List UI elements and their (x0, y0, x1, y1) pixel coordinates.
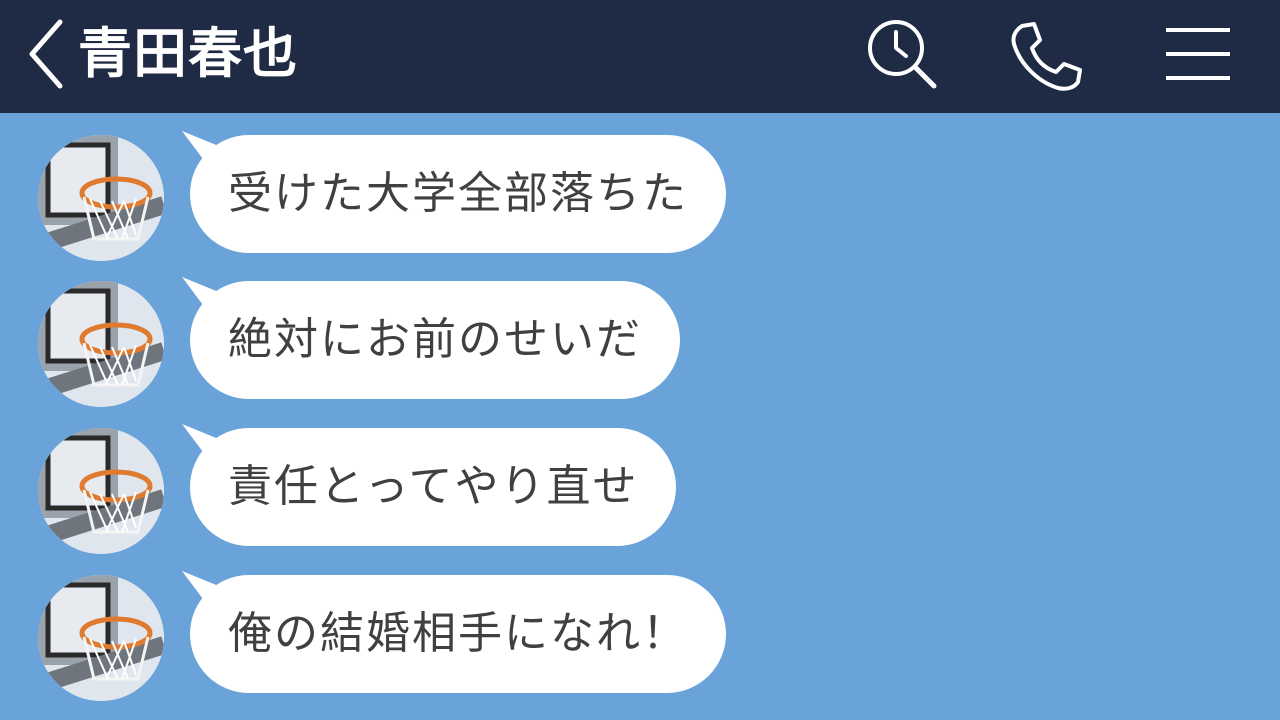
message-bubble[interactable]: 責任とってやり直せ (190, 428, 677, 546)
chevron-left-icon (29, 19, 63, 89)
message-bubble[interactable]: 受けた大学全部落ちた (190, 135, 726, 253)
message-text: 絶対にお前のせいだ (228, 314, 642, 365)
basketball-hoop-avatar (38, 428, 164, 554)
search-button[interactable] (864, 18, 940, 94)
message-bubble[interactable]: 絶対にお前のせいだ (190, 281, 680, 399)
basketball-hoop-avatar (38, 135, 164, 261)
chat-title: 青田春也 (78, 22, 298, 85)
hamburger-menu-icon (1166, 28, 1230, 80)
menu-button[interactable] (1160, 18, 1236, 94)
message-row: 受けた大学全部落ちた (0, 113, 900, 261)
avatar[interactable] (38, 575, 164, 701)
message-text: 責任とってやり直せ (228, 461, 639, 512)
message-bubble[interactable]: 俺の結婚相手になれ！ (190, 575, 726, 693)
avatar[interactable] (38, 428, 164, 554)
message-text: 俺の結婚相手になれ！ (228, 608, 688, 659)
avatar[interactable] (38, 281, 164, 407)
basketball-hoop-avatar (38, 575, 164, 701)
message-row: 責任とってやり直せ (0, 406, 900, 554)
chat-area[interactable]: 受けた大学全部落ちた 絶対にお前のせいだ 責任とってやり直せ 俺の結婚相手になれ… (0, 113, 1280, 720)
back-button[interactable] (22, 14, 72, 94)
search-clock-icon (868, 20, 937, 89)
chat-header: 青田春也 (0, 0, 1280, 113)
message-text: 受けた大学全部落ちた (228, 168, 688, 219)
call-button[interactable] (1008, 18, 1084, 94)
basketball-hoop-avatar (38, 281, 164, 407)
avatar[interactable] (38, 135, 164, 261)
phone-icon (1011, 22, 1082, 91)
message-row: 絶対にお前のせいだ (0, 259, 900, 407)
message-row: 俺の結婚相手になれ！ (0, 553, 900, 701)
